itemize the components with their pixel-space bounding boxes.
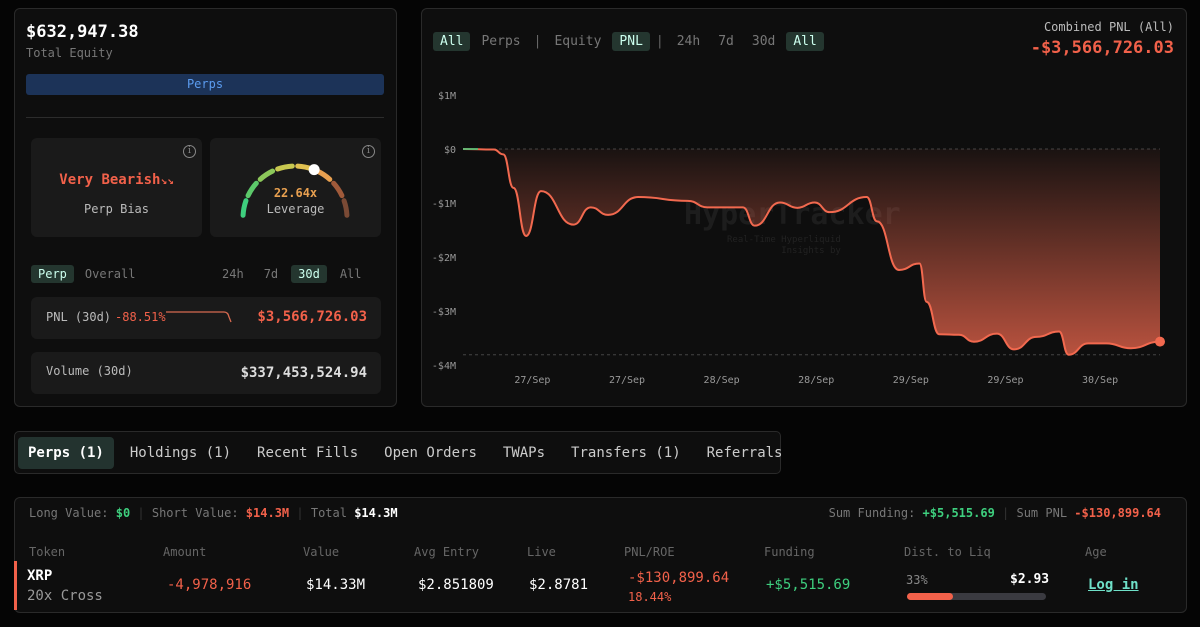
tab-holdings[interactable]: Holdings (1) — [120, 437, 241, 469]
short-value: $14.3M — [245, 506, 290, 520]
long-value: $0 — [115, 506, 131, 520]
pnl-percent: -88.51% — [115, 310, 166, 324]
amount: -4,978,916 — [167, 577, 252, 593]
funding: +$5,515.69 — [766, 577, 851, 593]
leverage-caption: Leverage — [266, 202, 325, 216]
combined-pnl-value: -$3,566,726.03 — [1030, 38, 1174, 58]
range-30d[interactable]: 30d — [291, 265, 327, 283]
chart-filter-all[interactable]: All — [786, 32, 824, 51]
chart-filters: All Perps | Equity PNL | 24h 7d 30d All — [433, 32, 824, 51]
account-summary-panel: $632,947.38 Total Equity Perps i Very Be… — [14, 8, 397, 407]
tab-twaps[interactable]: TWAPs — [493, 437, 555, 469]
range-7d[interactable]: 7d — [257, 265, 285, 283]
range-all[interactable]: All — [333, 265, 369, 283]
trend-down-icon: ↘↘ — [160, 174, 174, 187]
divider — [26, 117, 384, 118]
tab-perp[interactable]: Perp — [31, 265, 74, 283]
col-dist-liq: Dist. to Liq — [904, 545, 991, 559]
tab-overall[interactable]: Overall — [78, 265, 143, 283]
total-value: $14.3M — [354, 506, 398, 520]
range-24h[interactable]: 24h — [215, 265, 251, 283]
gauge-segment — [257, 168, 276, 182]
liq-distance-fill — [907, 593, 953, 600]
sum-funding-label: Sum Funding: — [828, 506, 916, 520]
position-tabs: Perps (1) Holdings (1) Recent Fills Open Or… — [14, 431, 782, 474]
liq-price: $2.93 — [1010, 572, 1050, 587]
chart-filter-pnl[interactable]: PNL — [612, 32, 650, 51]
volume-row: Volume (30d) $337,453,524.94 — [31, 352, 381, 394]
chart-filter-30d[interactable]: 30d — [745, 32, 782, 51]
long-value-label: Long Value: — [29, 506, 109, 520]
perp-bias-card: i Very Bearish↘↘ Perp Bias — [31, 138, 202, 237]
total-equity-value: $632,947.38 — [26, 22, 139, 42]
chart-filter-equity[interactable]: Equity — [547, 32, 608, 51]
col-token: Token — [29, 545, 66, 559]
pnl-sparkline — [166, 311, 232, 323]
chart-filter-perps[interactable]: Perps — [474, 32, 527, 51]
sum-pnl-value: -$130,899.64 — [1074, 506, 1161, 520]
tab-transfers[interactable]: Transfers (1) — [561, 437, 691, 469]
total-label: Total — [310, 506, 347, 520]
perp-bias-label: Very Bearish — [59, 172, 161, 188]
separator: | — [655, 34, 664, 49]
info-icon[interactable]: i — [183, 145, 196, 158]
value: $14.33M — [306, 577, 366, 593]
watermark-subtitle: Real-Time Hyperliquid Insights by — [727, 235, 841, 256]
pnl-label: PNL (30d) — [46, 310, 112, 324]
combined-pnl-label: Combined PNL (All) — [1043, 20, 1174, 34]
positions-summary: Long Value: $0 | Short Value: $14.3M | T… — [29, 506, 398, 520]
volume-label: Volume (30d) — [46, 364, 133, 378]
col-live: Live — [527, 545, 556, 559]
live-price: $2.8781 — [529, 577, 589, 593]
col-funding: Funding — [764, 545, 815, 559]
total-equity-label: Total Equity — [26, 46, 113, 60]
chart-filter-all[interactable]: All — [433, 32, 471, 51]
tab-open-orders[interactable]: Open Orders — [374, 437, 487, 469]
avg-entry: $2.851809 — [418, 577, 494, 593]
tab-referrals[interactable]: Referrals — [697, 437, 793, 469]
token-mode: 20x Cross — [27, 588, 103, 604]
short-indicator — [14, 561, 17, 610]
gauge-segment — [275, 163, 295, 172]
volume-value: $337,453,524.94 — [240, 365, 367, 381]
pnl: -$130,899.64 — [628, 570, 730, 586]
col-avg-entry: Avg Entry — [414, 545, 480, 559]
funding-summary: Sum Funding: +$5,515.69 | Sum PNL -$130,… — [828, 506, 1161, 520]
pnl-value: $3,566,726.03 — [257, 309, 367, 325]
gauge-pointer — [308, 164, 320, 176]
roe: 18.44% — [628, 590, 672, 604]
col-age: Age — [1085, 545, 1107, 559]
chart-filter-7d[interactable]: 7d — [711, 32, 741, 51]
pnl-chart-panel: All Perps | Equity PNL | 24h 7d 30d All Combined … — [421, 8, 1187, 407]
sum-funding-value: +$5,515.69 — [922, 506, 995, 520]
separator: | — [533, 34, 542, 49]
liq-distance-bar — [907, 593, 1046, 600]
chart-filter-24h[interactable]: 24h — [670, 32, 707, 51]
col-amount: Amount — [163, 545, 207, 559]
leverage-card: i 22.64x Leverage — [210, 138, 381, 237]
leverage-value: 22.64x — [273, 186, 318, 200]
col-pnl-roe: PNL/ROE — [624, 545, 675, 559]
gauge-segment — [314, 168, 333, 182]
perps-bar[interactable]: Perps — [26, 74, 384, 95]
short-value-label: Short Value: — [151, 506, 239, 520]
stat-type-tabs: Perp Overall — [31, 265, 142, 283]
tab-recent-fills[interactable]: Recent Fills — [247, 437, 368, 469]
watermark-logo: HyperTracker — [684, 197, 901, 232]
col-value: Value — [303, 545, 340, 559]
stat-range-tabs: 24h 7d 30d All — [215, 265, 369, 283]
perp-bias-caption: Perp Bias — [83, 202, 150, 216]
liq-percent: 33% — [906, 573, 928, 587]
token-symbol[interactable]: XRP — [27, 568, 52, 584]
pnl-row: PNL (30d) -88.51% $3,566,726.03 — [31, 297, 381, 339]
login-link[interactable]: Log in — [1088, 577, 1139, 593]
tab-perps[interactable]: Perps (1) — [18, 436, 114, 469]
sum-pnl-label: Sum PNL — [1016, 506, 1068, 520]
